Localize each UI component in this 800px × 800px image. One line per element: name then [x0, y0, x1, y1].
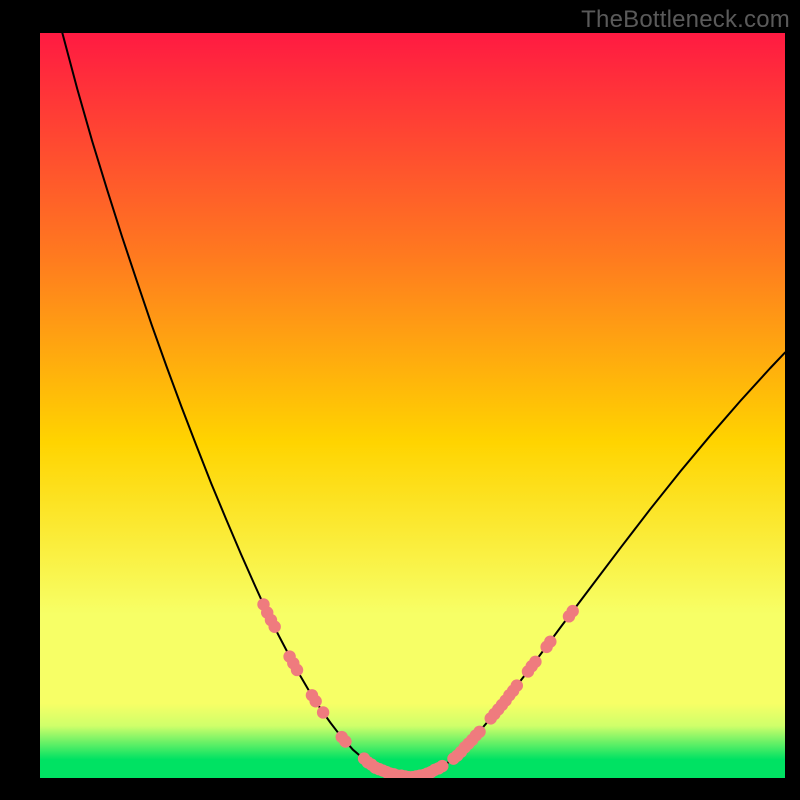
bottleneck-plot	[40, 33, 785, 778]
marker-dot	[566, 605, 578, 617]
marker-dot	[291, 664, 303, 676]
chart-container: TheBottleneck.com	[0, 0, 800, 800]
marker-dot	[473, 726, 485, 738]
marker-dot	[309, 695, 321, 707]
marker-dot	[436, 760, 448, 772]
marker-dot	[268, 621, 280, 633]
marker-dot	[511, 679, 523, 691]
marker-dot	[317, 706, 329, 718]
watermark-text: TheBottleneck.com	[581, 6, 790, 34]
marker-dot	[544, 635, 556, 647]
chart-svg	[40, 33, 785, 778]
marker-dot	[529, 656, 541, 668]
marker-dot	[339, 735, 351, 747]
